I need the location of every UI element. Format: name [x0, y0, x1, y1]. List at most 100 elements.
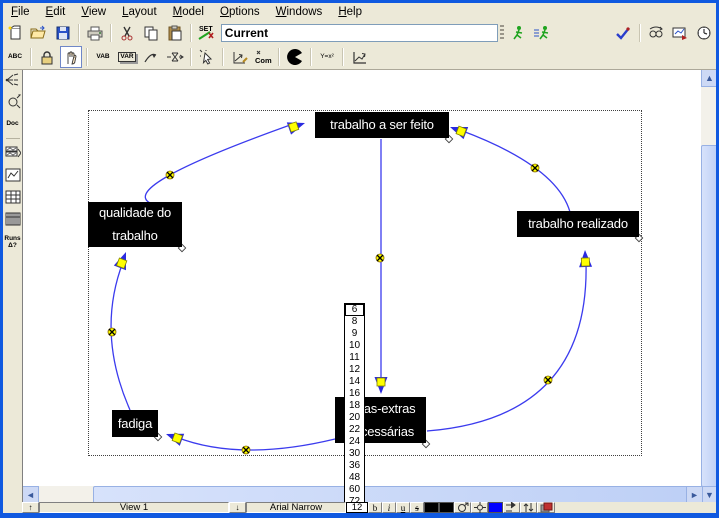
- lock-tool[interactable]: [36, 46, 58, 68]
- toolbar-handle[interactable]: [500, 25, 504, 41]
- font-size-option-8[interactable]: 8: [345, 316, 364, 328]
- window-border-bottom: [0, 513, 719, 518]
- set-dataset-button[interactable]: SET: [196, 22, 218, 44]
- graph-button[interactable]: [4, 165, 22, 185]
- toolbar-separator: [310, 48, 312, 66]
- causes-strip-button[interactable]: [4, 143, 22, 163]
- view-down-button[interactable]: ↓: [229, 502, 246, 513]
- runs-compare-button[interactable]: Runs Δ?: [4, 231, 22, 255]
- font-size-option-24[interactable]: 24: [345, 436, 364, 448]
- vertical-scrollbar[interactable]: ▲ ▼: [701, 69, 716, 502]
- open-file-button[interactable]: [28, 22, 50, 44]
- font-size-option-16[interactable]: 16: [345, 388, 364, 400]
- abc-cursor-tool[interactable]: ABC: [4, 46, 26, 68]
- cut-button[interactable]: [116, 22, 138, 44]
- causes-tree-button[interactable]: [4, 70, 22, 90]
- shadow-variable-tool[interactable]: VAR: [116, 46, 138, 68]
- check-model-button[interactable]: [613, 22, 635, 44]
- dataset-name-input[interactable]: [221, 24, 499, 42]
- variable-tool[interactable]: VAB: [92, 46, 114, 68]
- sort-order-button[interactable]: [520, 502, 537, 513]
- font-size-option-20[interactable]: 20: [345, 412, 364, 424]
- simulation-setup-button[interactable]: [645, 22, 667, 44]
- variable-node-n4[interactable]: fadiga: [112, 410, 158, 437]
- font-size-option-60[interactable]: 60: [345, 484, 364, 496]
- graph-input-tool[interactable]: [228, 46, 250, 68]
- menu-item-windows[interactable]: Windows: [268, 4, 331, 21]
- equations-tool[interactable]: Y=x²: [316, 46, 338, 68]
- menu-item-view[interactable]: View: [73, 4, 114, 21]
- strikeout-button[interactable]: s: [410, 502, 424, 513]
- view-up-button[interactable]: ↑: [22, 502, 39, 513]
- arrow-style-button[interactable]: [503, 502, 520, 513]
- menu-item-help[interactable]: Help: [330, 4, 370, 21]
- underline-button[interactable]: u: [396, 502, 410, 513]
- toolbar-separator: [342, 48, 344, 66]
- run-simulation-button[interactable]: [507, 22, 529, 44]
- window-border-left: [0, 0, 3, 518]
- font-size-option-14[interactable]: 14: [345, 376, 364, 388]
- menu-item-model[interactable]: Model: [165, 4, 212, 21]
- run-fast-button[interactable]: [531, 22, 553, 44]
- clock-button[interactable]: [693, 22, 715, 44]
- font-size-option-9[interactable]: 9: [345, 328, 364, 340]
- delete-pacman-tool[interactable]: [284, 46, 306, 68]
- toolbar-separator: [78, 24, 80, 42]
- font-name-panel[interactable]: Arial Narrow: [246, 502, 346, 513]
- hide-wires-button[interactable]: [537, 502, 555, 513]
- sidebar-separator: [6, 138, 20, 139]
- font-size-option-48[interactable]: 48: [345, 472, 364, 484]
- font-size-dropdown: 6891011121416182022243036486072: [344, 303, 365, 509]
- font-size-option-11[interactable]: 11: [345, 352, 364, 364]
- print-button[interactable]: [84, 22, 106, 44]
- font-size-option-30[interactable]: 30: [345, 448, 364, 460]
- table-button[interactable]: [4, 187, 22, 207]
- font-name: Arial Narrow: [270, 502, 322, 513]
- toolbar-separator: [190, 24, 192, 42]
- font-size-option-22[interactable]: 22: [345, 424, 364, 436]
- font-size-option-10[interactable]: 10: [345, 340, 364, 352]
- background-color-swatch[interactable]: [439, 502, 454, 513]
- font-size-option-36[interactable]: 36: [345, 460, 364, 472]
- set-label: SET: [199, 26, 213, 33]
- view-name-panel[interactable]: View 1: [39, 502, 229, 513]
- cursor-query-tool[interactable]: [196, 46, 218, 68]
- toolbar-separator: [110, 24, 112, 42]
- new-document-button[interactable]: [4, 22, 26, 44]
- comment-tool[interactable]: Com: [252, 46, 274, 68]
- font-size-control[interactable]: 12: [346, 502, 368, 513]
- variable-node-n3[interactable]: trabalho realizado: [517, 211, 639, 237]
- reference-mode-tool[interactable]: [348, 46, 370, 68]
- view-name: View 1: [120, 502, 148, 513]
- shape-button[interactable]: [454, 502, 471, 513]
- shadow-var-icon: VAR: [118, 52, 135, 63]
- menu-item-options[interactable]: Options: [212, 4, 268, 21]
- position-button[interactable]: [471, 502, 488, 513]
- font-size-option-6[interactable]: 6: [345, 304, 364, 316]
- copy-button[interactable]: [140, 22, 162, 44]
- variable-node-n2[interactable]: qualidade dotrabalho: [88, 202, 182, 247]
- font-size-option-18[interactable]: 18: [345, 400, 364, 412]
- table-time-button[interactable]: [4, 209, 22, 229]
- uses-tree-button[interactable]: [4, 92, 22, 112]
- output-window-button[interactable]: [669, 22, 691, 44]
- italic-button[interactable]: i: [382, 502, 396, 513]
- menu-bar: FileEditViewLayoutModelOptionsWindowsHel…: [3, 3, 716, 21]
- text-color-swatch[interactable]: [424, 502, 439, 513]
- blue-color-swatch[interactable]: [488, 502, 503, 513]
- save-button[interactable]: [52, 22, 74, 44]
- move-hand-tool[interactable]: [60, 46, 82, 68]
- font-size-option-12[interactable]: 12: [345, 364, 364, 376]
- toolbar-separator: [30, 48, 32, 66]
- bold-button[interactable]: b: [368, 502, 382, 513]
- menu-item-file[interactable]: File: [3, 4, 38, 21]
- variable-node-n1[interactable]: trabalho a ser feito: [315, 112, 449, 138]
- menu-item-layout[interactable]: Layout: [114, 4, 165, 21]
- document-button[interactable]: Doc: [4, 114, 22, 134]
- rate-tool[interactable]: [164, 46, 186, 68]
- analysis-sidebar: Doc Runs Δ?: [3, 69, 23, 502]
- toolbar-separator: [190, 48, 192, 66]
- arrow-tool[interactable]: [140, 46, 162, 68]
- menu-item-edit[interactable]: Edit: [38, 4, 74, 21]
- paste-button[interactable]: [164, 22, 186, 44]
